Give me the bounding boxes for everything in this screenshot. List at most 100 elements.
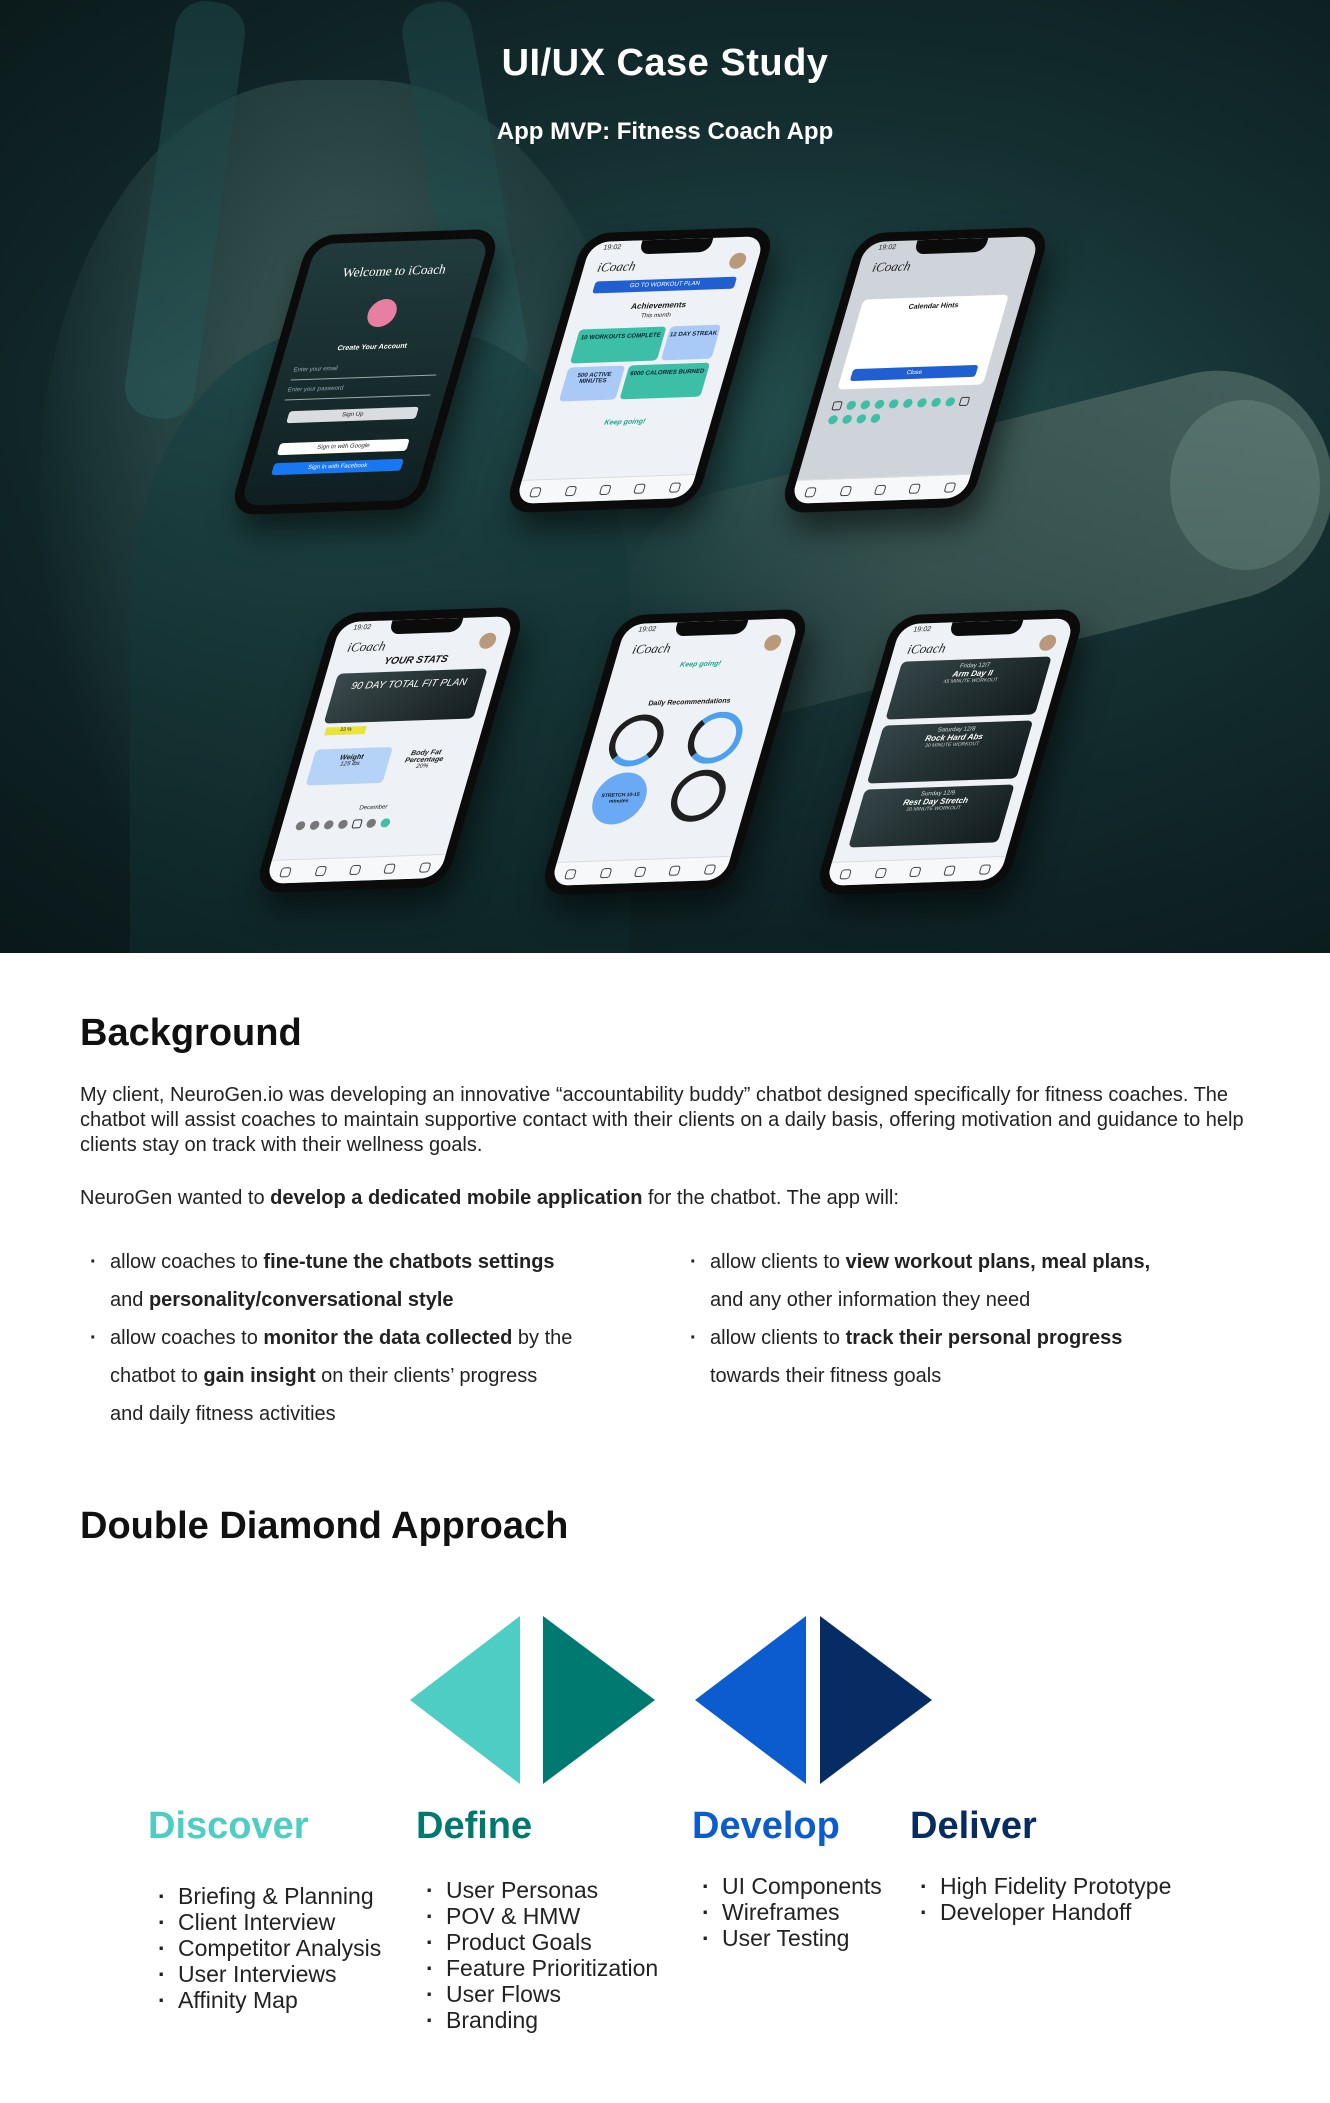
workout-card[interactable]: Sunday 12/9 Rest Day Stretch 20 MINUTE W… — [848, 784, 1015, 848]
app-logo: iCoach — [595, 258, 638, 275]
workout-plan-button[interactable]: GO TO WORKOUT PLAN — [592, 276, 738, 294]
bullet-line: towards their fitness goals — [710, 1365, 942, 1387]
phase-list-item: Briefing & Planning — [152, 1883, 381, 1909]
double-diamond-graphic — [410, 1616, 932, 1784]
complete-ring — [664, 768, 733, 823]
tab-bar — [790, 473, 971, 504]
discover-title: Discover — [148, 1805, 309, 1847]
profile-icon[interactable] — [978, 863, 992, 875]
chat-icon[interactable] — [804, 486, 818, 498]
deliver-list: High Fidelity PrototypeDeveloper Handoff — [914, 1873, 1171, 1925]
calendar-grid — [827, 396, 979, 425]
profile-icon[interactable] — [668, 481, 682, 493]
workout-card[interactable]: Friday 12/7 Arm Day II 45 MINUTE WORKOUT — [885, 656, 1052, 720]
google-sign-in-button[interactable]: Sign in with Google — [276, 438, 410, 456]
phase-list-item: UI Components — [696, 1873, 882, 1899]
deliver-triangle — [820, 1616, 932, 1784]
stats-icon[interactable] — [633, 483, 647, 494]
bullet-line: chatbot to gain insight on their clients… — [110, 1365, 538, 1387]
plan-icon[interactable] — [314, 865, 328, 876]
calendar-hints-modal: Calendar Hints Close — [837, 294, 1009, 390]
phase-list-item: User Personas — [420, 1877, 658, 1903]
facebook-sign-in-button[interactable]: Sign in with Facebook — [271, 458, 404, 476]
chat-icon[interactable] — [564, 868, 578, 880]
password-field[interactable]: Enter your password — [284, 382, 435, 401]
phase-list-item: User Flows — [420, 1981, 658, 2007]
develop-title: Develop — [692, 1805, 840, 1847]
hero-subtitle: App MVP: Fitness Coach App — [496, 118, 834, 145]
phase-list-item: Product Goals — [420, 1929, 658, 1955]
stats-icon[interactable] — [383, 863, 397, 874]
plan-icon[interactable] — [839, 485, 853, 496]
workouts-tile: 10 WORKOUTS COMPLETE — [569, 326, 667, 364]
phase-list-item: Feature Prioritization — [420, 1955, 658, 1981]
tab-bar — [825, 855, 1006, 886]
home-icon[interactable] — [873, 484, 887, 495]
home-icon[interactable] — [633, 866, 647, 877]
chat-icon[interactable] — [839, 868, 853, 880]
weight-card: Weight 125 lbs — [305, 746, 393, 786]
client-feature-list: allow clients to view workout plans, mea… — [680, 1243, 1280, 1395]
home-icon[interactable] — [908, 866, 922, 877]
phase-list-item: Affinity Map — [152, 1987, 381, 2013]
app-logo: iCoach — [345, 638, 388, 655]
tab-bar — [515, 473, 696, 504]
plan-icon[interactable] — [874, 867, 888, 878]
phase-list-item: User Testing — [696, 1925, 882, 1951]
discover-list: Briefing & PlanningClient InterviewCompe… — [152, 1883, 381, 2013]
background-paragraph-2: NeuroGen wanted to develop a dedicated m… — [80, 1187, 899, 1209]
avatar — [477, 632, 499, 650]
develop-triangle — [695, 1616, 806, 1784]
email-field[interactable]: Enter your email — [290, 362, 440, 381]
stats-icon[interactable] — [668, 865, 682, 876]
avatar — [1037, 634, 1059, 652]
avatar — [727, 252, 749, 270]
hero-banner: UI/UX Case Study App MVP: Fitness Coach … — [0, 0, 1330, 953]
plan-icon[interactable] — [599, 867, 613, 878]
double-diamond-heading: Double Diamond Approach — [80, 1505, 569, 1547]
keep-going-text: Keep going! — [678, 660, 722, 669]
phase-list-item: POV & HMW — [420, 1903, 658, 1929]
stretch-ring: STRETCH 10-15 minutes — [585, 771, 654, 826]
app-logo: iCoach — [870, 258, 913, 275]
home-icon[interactable] — [348, 864, 362, 875]
burn-ring — [602, 713, 671, 768]
profile-icon[interactable] — [943, 481, 957, 493]
bullet-line: allow coaches to monitor the data collec… — [80, 1319, 680, 1357]
close-button[interactable]: Close — [849, 364, 979, 382]
bullet-line: allow coaches to fine-tune the chatbots … — [80, 1243, 680, 1281]
define-triangle — [543, 1616, 655, 1784]
calendar-grid — [294, 816, 443, 831]
stats-icon[interactable] — [908, 483, 922, 494]
deliver-title: Deliver — [910, 1805, 1037, 1847]
body-fat-card: Body Fat Percentage 20% — [386, 744, 460, 783]
workout-card[interactable]: Saturday 12/8 Rock Hard Abs 30 MINUTE WO… — [866, 720, 1034, 784]
create-account-label: Create Your Account — [336, 342, 408, 353]
stats-icon[interactable] — [943, 865, 957, 876]
plan-progress: 33 % — [324, 726, 367, 736]
plan-card: 90 DAY TOTAL FIT PLAN — [323, 668, 488, 724]
background-heading: Background — [80, 1012, 302, 1054]
chat-icon[interactable] — [279, 866, 293, 878]
profile-icon[interactable] — [418, 861, 432, 873]
calories-tile: 6000 CALORIES BURNED — [619, 362, 711, 400]
profile-icon[interactable] — [703, 863, 717, 875]
avatar — [762, 634, 784, 652]
phase-list-item: High Fidelity Prototype — [914, 1873, 1171, 1899]
phase-list-item: User Interviews — [152, 1961, 381, 1987]
bullet-line: and any other information they need — [710, 1289, 1031, 1311]
welcome-title: Welcome to iCoach — [340, 261, 449, 280]
coach-avatar — [363, 298, 401, 328]
define-list: User PersonasPOV & HMWProduct GoalsFeatu… — [420, 1877, 658, 2033]
develop-list: UI ComponentsWireframesUser Testing — [696, 1873, 882, 1951]
chat-icon[interactable] — [529, 486, 543, 498]
recommendations-heading: Daily Recommendations — [647, 697, 732, 708]
sign-up-button[interactable]: Sign Up — [286, 406, 419, 424]
bullet-line: allow clients to track their personal pr… — [680, 1319, 1280, 1357]
month-select[interactable]: December — [285, 802, 461, 814]
phase-list-item: Branding — [420, 2007, 658, 2033]
home-icon[interactable] — [598, 484, 612, 495]
app-logo: iCoach — [630, 640, 673, 657]
bullet-line: and daily fitness activities — [110, 1403, 336, 1425]
plan-icon[interactable] — [564, 485, 578, 496]
